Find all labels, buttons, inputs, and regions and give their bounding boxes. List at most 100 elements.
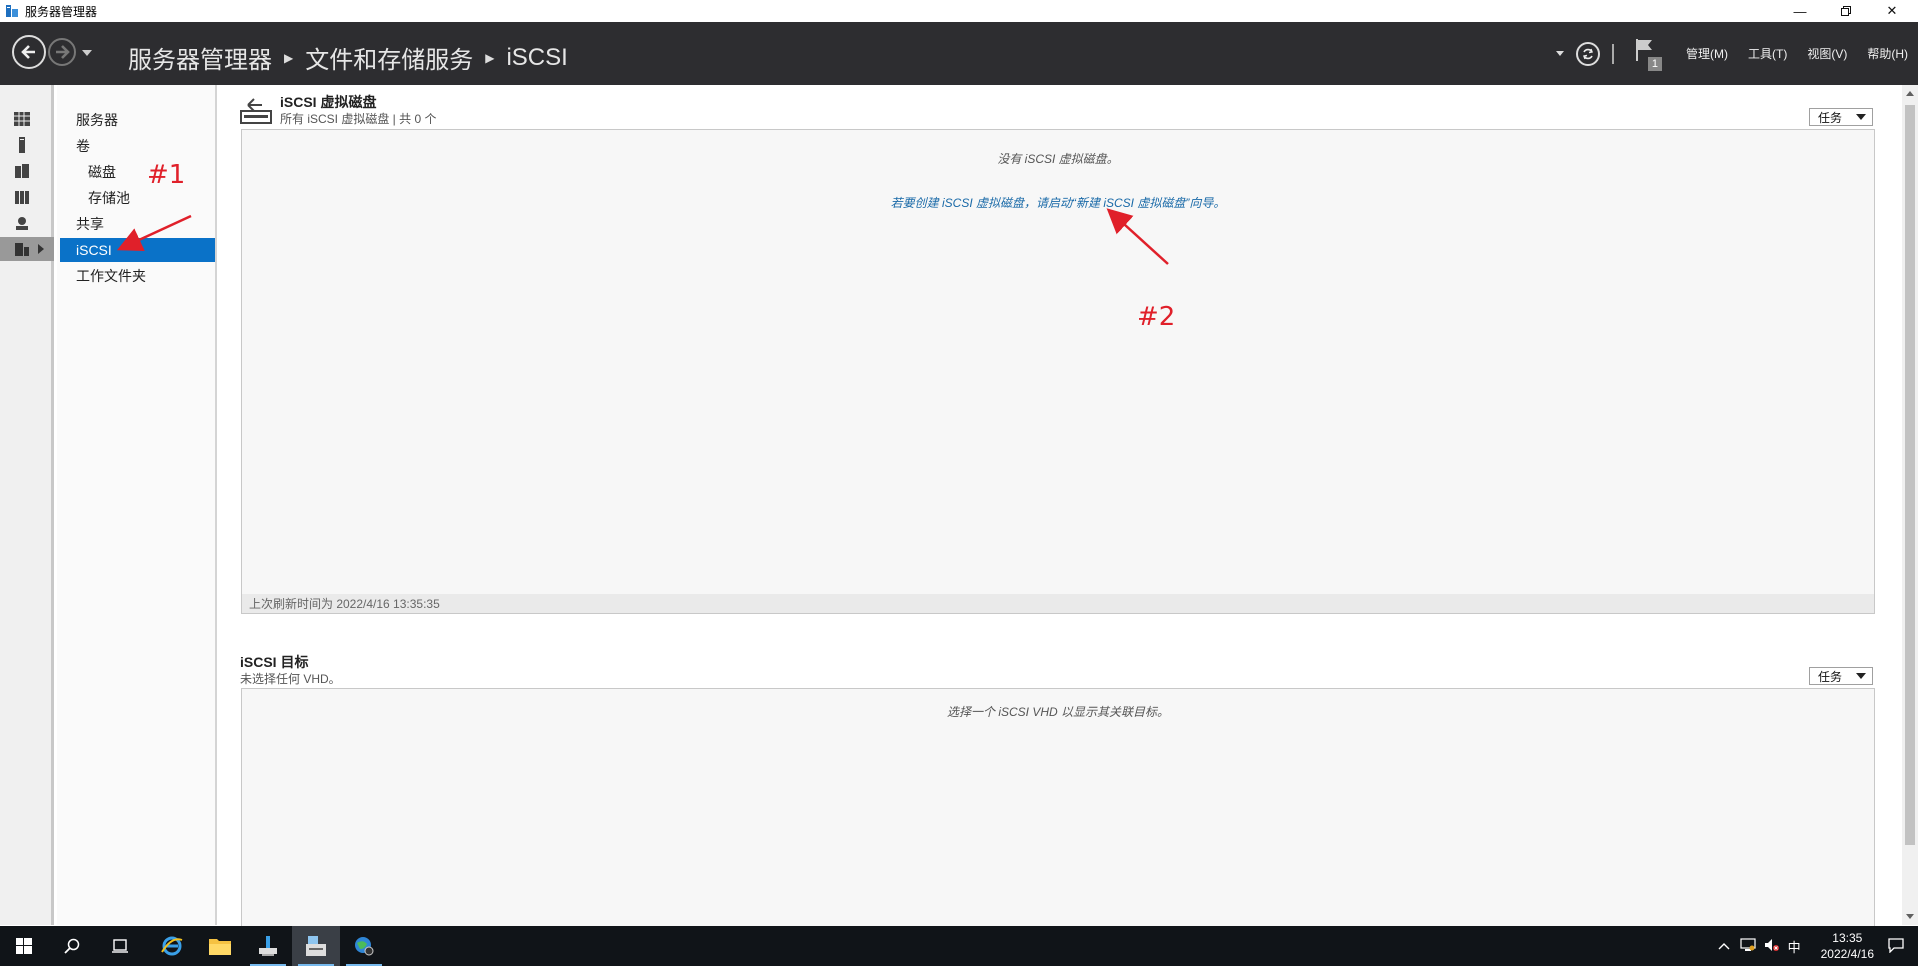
back-button[interactable] — [12, 35, 46, 69]
search-button[interactable] — [48, 926, 96, 966]
close-icon: ✕ — [1886, 3, 1898, 18]
rail-remote-access[interactable] — [0, 211, 54, 235]
volume-muted-icon[interactable] — [1764, 938, 1780, 955]
taskbar-internet-explorer[interactable] — [148, 926, 196, 966]
targets-section-subtitle: 未选择任何 VHD。 — [240, 672, 341, 686]
vdisks-empty-message: 没有 iSCSI 虚拟磁盘。 — [997, 152, 1119, 166]
file-services-icon — [15, 191, 29, 204]
clock-time: 13:35 — [1832, 931, 1863, 945]
iscsi-disk-icon — [240, 95, 272, 125]
tasks-label: 任务 — [1818, 110, 1843, 125]
clock-date: 2022/4/16 — [1820, 947, 1874, 961]
window-title: 服务器管理器 — [25, 4, 98, 19]
back-arrow-icon — [21, 45, 35, 59]
start-button[interactable] — [0, 926, 48, 966]
targets-tasks-dropdown[interactable]: 任务 — [1809, 667, 1873, 685]
dashboard-grid-icon — [14, 112, 30, 126]
taskbar-network-app[interactable] — [244, 926, 292, 966]
last-refresh-status: 上次刷新时间为 2022/4/16 13:35:35 — [242, 594, 1874, 613]
scroll-up-icon[interactable] — [1906, 91, 1914, 96]
server-manager-icon — [306, 936, 326, 956]
minimize-button[interactable]: — — [1777, 0, 1823, 22]
minimize-icon: — — [1793, 3, 1807, 19]
refresh-button[interactable] — [1576, 41, 1600, 66]
dropdown-caret-icon[interactable] — [1556, 51, 1564, 56]
tasks-label: 任务 — [1818, 669, 1843, 684]
task-view-button[interactable] — [96, 926, 144, 966]
nav-item-storage-pools[interactable]: 存储池 — [60, 186, 215, 210]
menu-help[interactable]: 帮助(H) — [1867, 45, 1908, 62]
header-right-tools: 1 管理(M) 工具(T) 视图(V) 帮助(H) — [1556, 22, 1918, 85]
rail-file-storage-services[interactable] — [0, 237, 54, 261]
targets-list-panel: 选择一个 iSCSI VHD 以显示其关联目标。 — [241, 688, 1875, 928]
breadcrumb-iscsi: iSCSI — [506, 43, 568, 71]
breadcrumb: 服务器管理器 ▶ 文件和存储服务 ▶ iSCSI — [128, 40, 568, 75]
notification-center-icon[interactable] — [1888, 937, 1904, 956]
network-status-icon[interactable] — [1739, 937, 1756, 955]
annotation-label-1: #1 — [147, 160, 186, 190]
rail-dashboard[interactable] — [0, 107, 54, 131]
system-tray: 中 13:35 2022/4/16 — [1718, 926, 1918, 966]
folder-icon — [209, 939, 231, 955]
windows-taskbar: 中 13:35 2022/4/16 — [0, 926, 1918, 966]
annotation-label-2: #2 — [1137, 302, 1176, 332]
breadcrumb-separator-icon: ▶ — [284, 50, 294, 65]
close-button[interactable]: ✕ — [1869, 0, 1915, 22]
nav-item-shares[interactable]: 共享 — [60, 212, 215, 236]
forward-button[interactable] — [48, 38, 76, 66]
remote-access-icon — [16, 217, 28, 230]
menu-view[interactable]: 视图(V) — [1807, 45, 1847, 62]
vdisks-section-title: iSCSI 虚拟磁盘 — [280, 94, 377, 110]
nav-item-disks[interactable]: 磁盘 — [60, 160, 215, 184]
history-dropdown-icon[interactable] — [82, 50, 92, 56]
notification-count-badge: 1 — [1647, 56, 1662, 71]
storage-services-icon — [15, 243, 29, 256]
vdisks-list-panel: 没有 iSCSI 虚拟磁盘。 若要创建 iSCSI 虚拟磁盘，请启动“新建 iS… — [241, 129, 1875, 614]
menu-tools[interactable]: 工具(T) — [1748, 45, 1787, 62]
breadcrumb-file-storage[interactable]: 文件和存储服务 — [305, 40, 473, 75]
create-vdisk-wizard-link[interactable]: 若要创建 iSCSI 虚拟磁盘，请启动“新建 iSCSI 虚拟磁盘”向导。 — [242, 194, 1874, 211]
left-icon-rail — [0, 85, 54, 925]
scroll-down-icon[interactable] — [1906, 914, 1914, 919]
taskbar-globe-app[interactable] — [340, 926, 388, 966]
scrollbar-thumb[interactable] — [1905, 105, 1915, 845]
nav-item-servers[interactable]: 服务器 — [60, 108, 215, 132]
header-bar: 服务器管理器 ▶ 文件和存储服务 ▶ iSCSI 1 管理(M) 工具(T) 视… — [0, 22, 1918, 85]
dropdown-arrow-icon — [1856, 114, 1866, 120]
search-icon — [64, 938, 80, 954]
file-storage-nav-panel: 服务器 卷 磁盘 存储池 共享 iSCSI 工作文件夹 — [57, 85, 217, 925]
restore-icon — [1841, 4, 1851, 19]
taskbar-file-explorer[interactable] — [196, 926, 244, 966]
dropdown-arrow-icon — [1856, 673, 1866, 679]
rail-file-services[interactable] — [0, 185, 54, 209]
task-view-icon — [112, 939, 128, 953]
nav-item-volumes[interactable]: 卷 — [60, 134, 215, 158]
menu-manage[interactable]: 管理(M) — [1686, 45, 1728, 62]
main-content: iSCSI 虚拟磁盘 所有 iSCSI 虚拟磁盘 | 共 0 个 任务 没有 i… — [219, 85, 1904, 928]
vdisks-tasks-dropdown[interactable]: 任务 — [1809, 108, 1873, 126]
rail-local-server[interactable] — [0, 133, 54, 157]
vertical-scrollbar[interactable] — [1902, 85, 1918, 925]
rail-all-servers[interactable] — [0, 159, 54, 183]
windows-logo-icon — [16, 938, 32, 954]
targets-section-title: iSCSI 目标 — [240, 654, 309, 670]
breadcrumb-server-manager[interactable]: 服务器管理器 — [128, 40, 272, 75]
window-titlebar: 服务器管理器 — [0, 0, 1918, 22]
taskbar-clock[interactable]: 13:35 2022/4/16 — [1821, 930, 1874, 962]
internet-explorer-icon — [161, 936, 183, 956]
forward-arrow-icon — [56, 45, 70, 59]
refresh-icon — [1583, 48, 1593, 59]
nav-item-iscsi[interactable]: iSCSI — [60, 238, 215, 262]
taskbar-server-manager[interactable] — [292, 926, 340, 966]
network-tool-icon — [259, 936, 277, 956]
nav-item-work-folders[interactable]: 工作文件夹 — [60, 264, 215, 288]
all-servers-icon — [15, 164, 29, 178]
breadcrumb-separator-icon: ▶ — [485, 50, 495, 65]
show-hidden-icons-chevron-icon[interactable] — [1718, 939, 1730, 953]
restore-button[interactable] — [1823, 0, 1869, 22]
vdisks-section-subtitle: 所有 iSCSI 虚拟磁盘 | 共 0 个 — [280, 112, 437, 126]
server-manager-app-icon — [5, 4, 19, 18]
input-method-indicator[interactable]: 中 — [1788, 937, 1801, 956]
notifications-flag-button[interactable]: 1 — [1634, 37, 1662, 71]
targets-empty-message: 选择一个 iSCSI VHD 以显示其关联目标。 — [946, 705, 1169, 719]
